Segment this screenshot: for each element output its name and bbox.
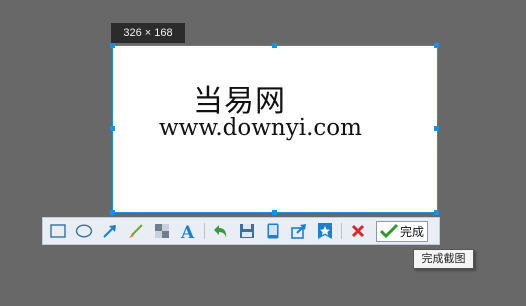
resize-handle-right[interactable] [434, 126, 439, 131]
close-icon [351, 224, 365, 238]
save-icon [240, 224, 254, 238]
pin-tool[interactable] [315, 221, 335, 241]
save-tool[interactable] [237, 221, 257, 241]
phone-tool[interactable] [263, 221, 283, 241]
cancel-tool[interactable] [348, 221, 368, 241]
mosaic-tool[interactable] [152, 221, 172, 241]
toolbar-separator [204, 223, 205, 239]
pin-icon [318, 223, 332, 239]
done-button[interactable]: 完成 [376, 220, 428, 242]
size-badge: 326 × 168 [111, 23, 185, 43]
brush-icon [129, 224, 143, 238]
resize-handle-bottom[interactable] [272, 210, 277, 215]
text-icon: A [180, 223, 195, 239]
done-button-label: 完成 [400, 224, 425, 239]
share-icon [291, 224, 306, 239]
toolbar-separator [341, 223, 342, 239]
ellipse-tool[interactable] [74, 221, 94, 241]
resize-handle-top-left[interactable] [110, 43, 115, 48]
screenshot-toolbar: A 完成 [42, 217, 440, 245]
phone-icon [267, 223, 279, 239]
svg-text:A: A [180, 223, 195, 239]
rectangle-icon [50, 224, 66, 238]
share-tool[interactable] [289, 221, 309, 241]
resize-handle-bottom-right[interactable] [434, 210, 439, 215]
text-tool[interactable]: A [178, 221, 198, 241]
undo-tool[interactable] [211, 221, 231, 241]
resize-handle-left[interactable] [110, 126, 115, 131]
mosaic-icon [155, 224, 169, 238]
done-tooltip: 完成截图 [413, 249, 474, 269]
ellipse-icon [75, 224, 93, 238]
capture-selection[interactable]: 当易网 www.downyi.com [112, 45, 438, 213]
rectangle-tool[interactable] [48, 221, 68, 241]
arrow-tool[interactable] [100, 221, 120, 241]
resize-handle-top-right[interactable] [434, 43, 439, 48]
captured-url: www.downyi.com [159, 115, 362, 141]
captured-title: 当易网 [193, 84, 286, 119]
resize-handle-top[interactable] [272, 43, 277, 48]
resize-handle-bottom-left[interactable] [110, 210, 115, 215]
checkmark-icon [380, 223, 398, 239]
brush-tool[interactable] [126, 221, 146, 241]
undo-icon [214, 225, 227, 238]
arrow-icon [103, 225, 116, 238]
